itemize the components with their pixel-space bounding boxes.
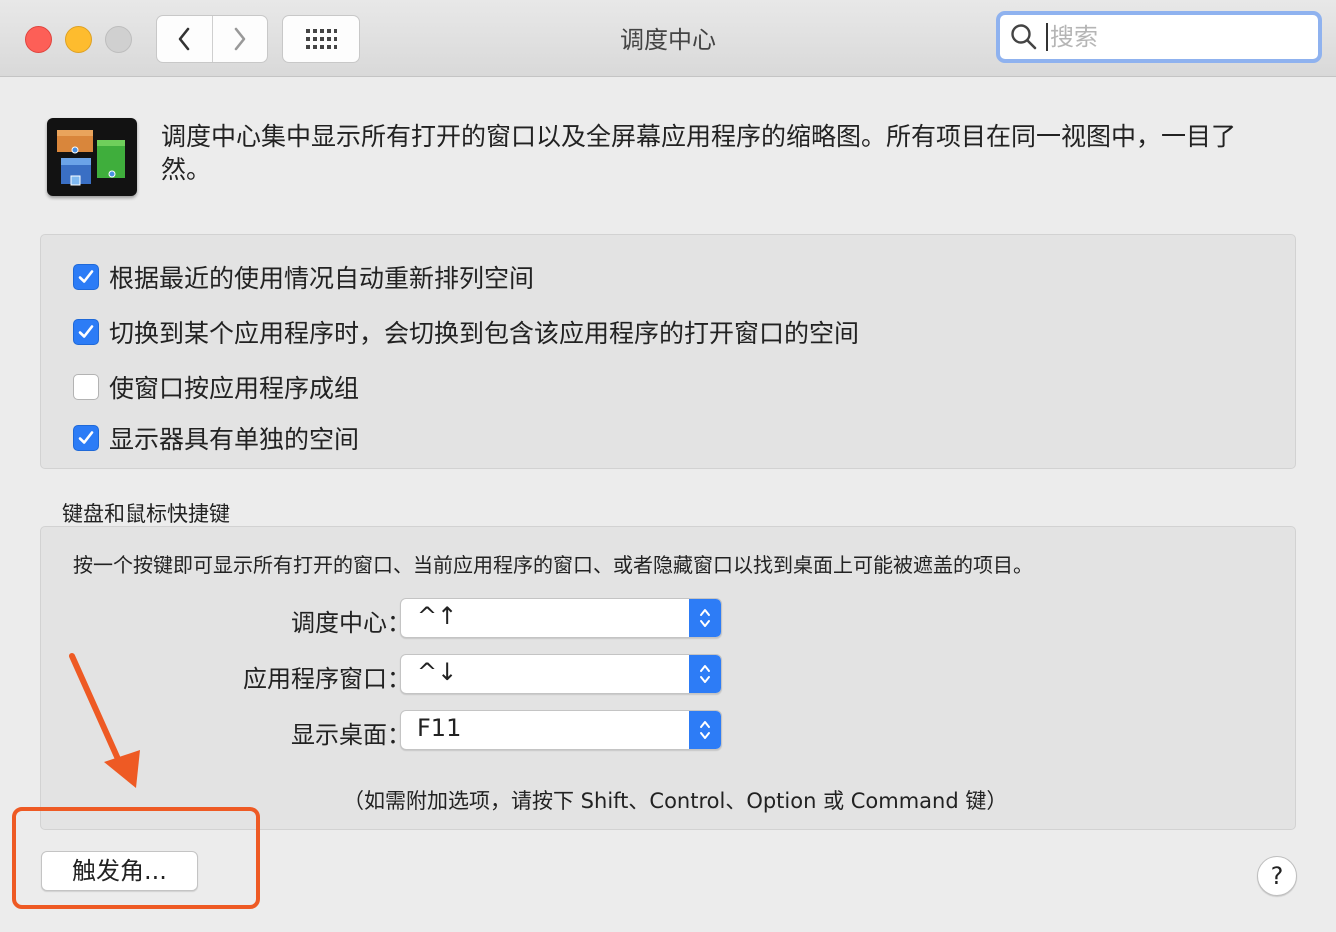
checkbox[interactable] xyxy=(73,319,99,345)
navigation-buttons xyxy=(156,15,268,63)
annotation-arrow-icon xyxy=(69,653,140,788)
option-label: 显示器具有单独的空间 xyxy=(109,425,360,454)
show-all-button[interactable] xyxy=(282,15,360,63)
checkbox[interactable] xyxy=(73,264,99,290)
option-label: 使窗口按应用程序成组 xyxy=(109,374,360,403)
option-displays-separate-spaces[interactable]: 显示器具有单独的空间 xyxy=(73,420,359,456)
minimize-window-button[interactable] xyxy=(65,26,92,53)
option-label: 切换到某个应用程序时，会切换到包含该应用程序的打开窗口的空间 xyxy=(109,319,860,348)
option-group-windows-by-app[interactable]: 使窗口按应用程序成组 xyxy=(73,369,359,405)
chevron-right-icon xyxy=(234,27,246,51)
close-window-button[interactable] xyxy=(25,26,52,53)
shortcut-value: F11 xyxy=(417,714,462,742)
back-button[interactable] xyxy=(157,16,212,62)
checkbox[interactable] xyxy=(73,374,99,400)
search-input[interactable] xyxy=(1048,22,1292,52)
updown-stepper-icon xyxy=(689,599,721,637)
updown-stepper-icon xyxy=(689,655,721,693)
help-button[interactable]: ? xyxy=(1257,856,1297,896)
shortcuts-section-title: 键盘和鼠标快捷键 xyxy=(62,502,230,526)
grid-icon xyxy=(306,29,337,49)
option-auto-rearrange-spaces[interactable]: 根据最近的使用情况自动重新排列空间 xyxy=(73,259,534,295)
zoom-window-button[interactable] xyxy=(105,26,132,53)
annotation-highlight-box xyxy=(12,807,260,909)
shortcut-select-mission-control[interactable]: ^↑ xyxy=(400,598,722,638)
updown-stepper-icon xyxy=(689,711,721,749)
pane-description: 调度中心集中显示所有打开的窗口以及全屏幕应用程序的缩略图。所有项目在同一视图中，… xyxy=(161,122,1237,184)
checkmark-icon xyxy=(78,431,94,444)
options-group: 根据最近的使用情况自动重新排列空间 切换到某个应用程序时，会切换到包含该应用程序… xyxy=(40,234,1296,469)
window-title: 调度中心 xyxy=(620,26,716,54)
shortcuts-hint: 按一个按键即可显示所有打开的窗口、当前应用程序的窗口、或者隐藏窗口以找到桌面上可… xyxy=(73,553,1033,577)
shortcut-label: 应用程序窗口： xyxy=(243,665,411,693)
mission-control-icon xyxy=(57,130,125,186)
search-field[interactable] xyxy=(996,11,1322,63)
search-icon xyxy=(1011,24,1037,50)
shortcut-value: ^↓ xyxy=(417,658,458,686)
option-switch-to-app-space[interactable]: 切换到某个应用程序时，会切换到包含该应用程序的打开窗口的空间 xyxy=(73,314,859,350)
forward-button[interactable] xyxy=(211,16,268,62)
shortcut-select-show-desktop[interactable]: F11 xyxy=(400,710,722,750)
shortcut-select-app-windows[interactable]: ^↓ xyxy=(400,654,722,694)
checkbox[interactable] xyxy=(73,425,99,451)
shortcut-value: ^↑ xyxy=(417,602,458,630)
option-label: 根据最近的使用情况自动重新排列空间 xyxy=(109,264,535,293)
shortcut-row-mission-control: 调度中心： ^↑ xyxy=(41,598,741,638)
checkmark-icon xyxy=(78,325,94,338)
mission-control-app-icon xyxy=(47,118,137,196)
shortcuts-group: 按一个按键即可显示所有打开的窗口、当前应用程序的窗口、或者隐藏窗口以找到桌面上可… xyxy=(40,526,1296,830)
checkmark-icon xyxy=(78,270,94,283)
chevron-left-icon xyxy=(178,27,190,51)
shortcut-label: 调度中心： xyxy=(291,609,411,637)
title-bar: 调度中心 xyxy=(0,0,1336,77)
shortcut-label: 显示桌面： xyxy=(291,721,411,749)
modifier-keys-footnote: （如需附加选项，请按下 Shift、Control、Option 或 Comma… xyxy=(343,789,1008,813)
